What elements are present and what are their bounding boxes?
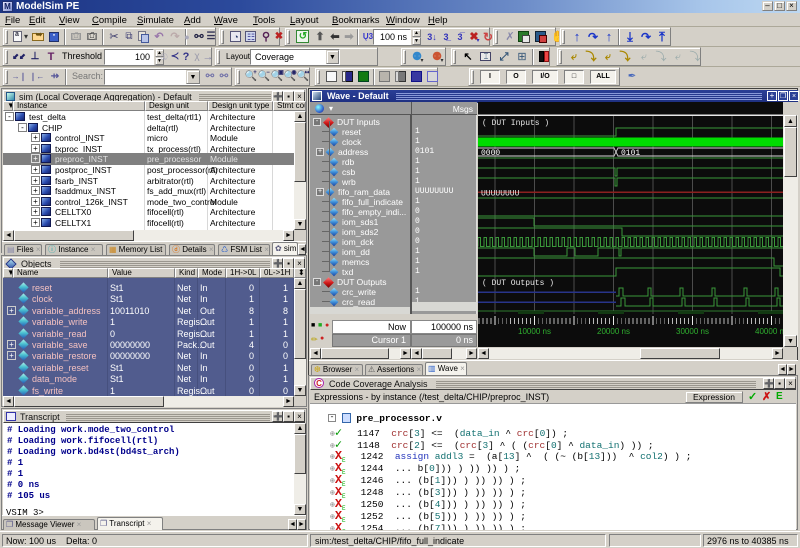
svg-text:40000 ns: 40000 ns <box>755 327 783 336</box>
svg-text:10000 ns: 10000 ns <box>518 327 551 336</box>
svg-text:0000: 0000 <box>481 149 500 158</box>
svg-text:UUUUUUUU: UUUUUUUU <box>481 190 520 199</box>
svg-text:30000 ns: 30000 ns <box>676 327 709 336</box>
svg-text:( DUT Inputs ): ( DUT Inputs ) <box>482 119 549 128</box>
svg-text:0101: 0101 <box>621 149 640 158</box>
svg-text:20000 ns: 20000 ns <box>597 327 630 336</box>
svg-text:( DUT Outputs ): ( DUT Outputs ) <box>482 279 554 288</box>
